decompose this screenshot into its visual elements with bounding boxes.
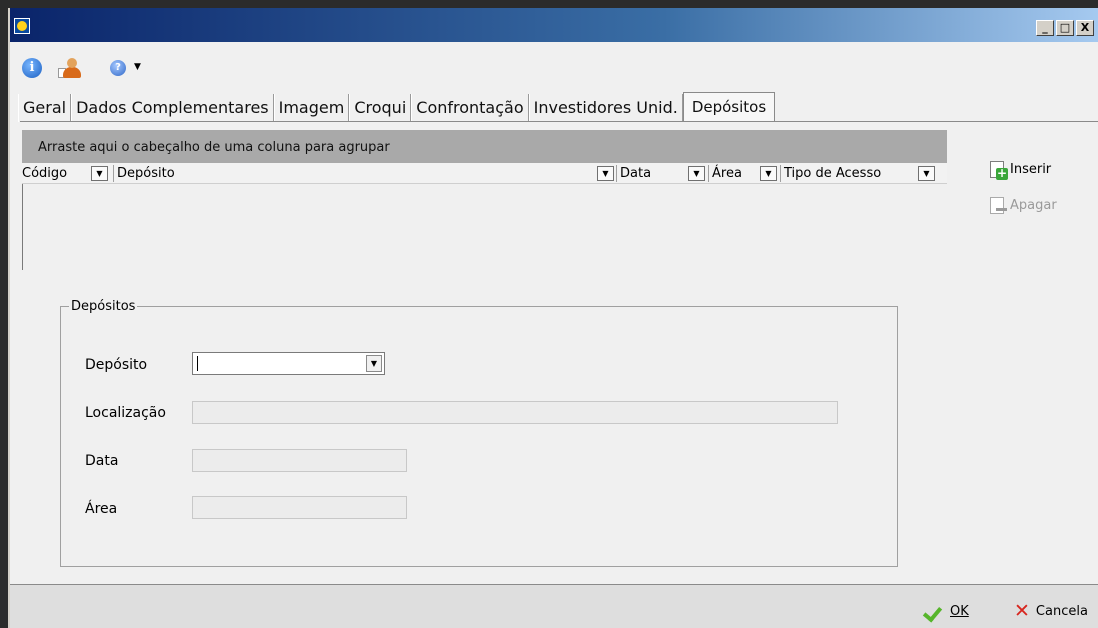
area-filter-dropdown-icon[interactable]: ▼ <box>760 166 777 181</box>
help-icon[interactable]: ? <box>110 60 126 76</box>
data-label: Data <box>85 453 119 469</box>
insert-button[interactable]: + Inserir <box>990 158 1051 180</box>
app-window: _ □ X i ? ▼ Geral Dados Complementares I… <box>8 8 1098 628</box>
insert-label: Inserir <box>1010 161 1052 177</box>
tab-divider <box>20 121 1098 122</box>
grid-header: Código ▼ Depósito ▼ Data ▼ Área ▼ Tipo d… <box>22 163 947 184</box>
maximize-button[interactable]: □ <box>1056 20 1074 36</box>
tab-dados-complementares[interactable]: Dados Complementares <box>71 94 274 122</box>
tab-croqui[interactable]: Croqui <box>349 94 412 122</box>
depositos-groupbox: Depósitos Depósito ▼ Localização Data Ár… <box>60 299 898 567</box>
info-icon[interactable]: i <box>22 58 42 78</box>
minimize-button[interactable]: _ <box>1036 20 1054 36</box>
area-label: Área <box>85 501 118 517</box>
footer-bar: OK ✕ Cancela <box>10 584 1098 628</box>
chevron-down-icon[interactable]: ▼ <box>366 355 382 372</box>
delete-button[interactable]: Apagar <box>990 194 1057 216</box>
column-header-codigo[interactable]: Código <box>22 163 67 184</box>
column-separator <box>708 165 709 182</box>
deposito-label: Depósito <box>85 357 148 373</box>
delete-label: Apagar <box>1010 197 1057 213</box>
user-document-icon[interactable] <box>58 58 82 78</box>
column-header-tipo-de-acesso[interactable]: Tipo de Acesso <box>784 163 881 184</box>
tab-strip: Geral Dados Complementares Imagem Croqui… <box>18 92 776 122</box>
groupbox-legend: Depósitos <box>69 299 138 314</box>
ok-label: OK <box>950 603 969 619</box>
tab-investidores-unid[interactable]: Investidores Unid. <box>528 94 683 122</box>
data-field <box>192 449 407 472</box>
codigo-filter-dropdown-icon[interactable]: ▼ <box>91 166 108 181</box>
tipo-de-acesso-filter-dropdown-icon[interactable]: ▼ <box>918 166 935 181</box>
help-dropdown-icon[interactable]: ▼ <box>134 62 141 72</box>
data-filter-dropdown-icon[interactable]: ▼ <box>688 166 705 181</box>
close-button[interactable]: X <box>1076 20 1094 36</box>
grid-body[interactable] <box>22 184 947 270</box>
deposito-filter-dropdown-icon[interactable]: ▼ <box>597 166 614 181</box>
column-header-area[interactable]: Área <box>712 163 742 184</box>
toolbar: i ? ▼ <box>10 42 1098 86</box>
column-separator <box>616 165 617 182</box>
title-bar: _ □ X <box>10 8 1098 42</box>
localizacao-field <box>192 401 838 424</box>
ok-button[interactable]: OK <box>924 603 969 619</box>
close-x-icon: ✕ <box>1014 600 1030 622</box>
deposito-combobox[interactable]: ▼ <box>192 352 385 375</box>
text-caret <box>197 356 198 371</box>
column-header-data[interactable]: Data <box>620 163 651 184</box>
area-field <box>192 496 407 519</box>
column-separator <box>780 165 781 182</box>
checkmark-icon <box>924 603 944 619</box>
column-separator <box>113 165 114 182</box>
app-icon <box>14 18 30 34</box>
column-header-deposito[interactable]: Depósito <box>117 163 175 184</box>
cancel-button[interactable]: ✕ Cancela <box>1014 600 1088 622</box>
tab-imagem[interactable]: Imagem <box>273 94 350 122</box>
cancel-label: Cancela <box>1035 603 1088 619</box>
localizacao-label: Localização <box>85 405 166 421</box>
delete-document-icon <box>990 196 1007 214</box>
depositos-grid: Arraste aqui o cabeçalho de uma coluna p… <box>22 130 947 270</box>
tab-depositos[interactable]: Depósitos <box>682 92 776 122</box>
tab-confrontacao[interactable]: Confrontação <box>411 94 529 122</box>
insert-document-icon: + <box>990 160 1008 180</box>
tab-geral[interactable]: Geral <box>18 94 72 122</box>
group-by-panel[interactable]: Arraste aqui o cabeçalho de uma coluna p… <box>22 130 947 163</box>
